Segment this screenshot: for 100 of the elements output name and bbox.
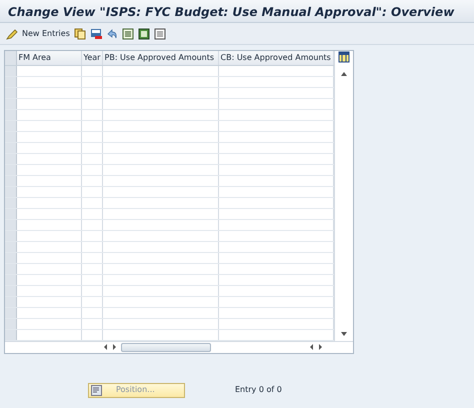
table-cell[interactable] (16, 65, 81, 76)
table-cell[interactable] (16, 208, 81, 219)
table-cell[interactable] (81, 186, 102, 197)
table-cell[interactable] (218, 296, 333, 307)
row-selector[interactable] (5, 98, 16, 109)
table-cell[interactable] (102, 296, 218, 307)
table-cell[interactable] (16, 109, 81, 120)
row-selector[interactable] (5, 274, 16, 285)
table-cell[interactable] (102, 252, 218, 263)
table-cell[interactable] (81, 153, 102, 164)
table-cell[interactable] (81, 318, 102, 329)
table-cell[interactable] (218, 230, 333, 241)
table-cell[interactable] (218, 208, 333, 219)
table-cell[interactable] (102, 241, 218, 252)
scrollbar-thumb[interactable] (121, 342, 211, 352)
table-cell[interactable] (16, 285, 81, 296)
table-cell[interactable] (102, 164, 218, 175)
table-cell[interactable] (16, 197, 81, 208)
table-cell[interactable] (81, 142, 102, 153)
table-cell[interactable] (16, 186, 81, 197)
row-selector[interactable] (5, 208, 16, 219)
table-cell[interactable] (102, 109, 218, 120)
table-cell[interactable] (218, 175, 333, 186)
table-cell[interactable] (218, 263, 333, 274)
table-cell[interactable] (102, 307, 218, 318)
table-cell[interactable] (102, 142, 218, 153)
table-cell[interactable] (218, 87, 333, 98)
table-cell[interactable] (218, 164, 333, 175)
column-header[interactable]: CB: Use Approved Amounts (218, 51, 333, 65)
table-cell[interactable] (218, 307, 333, 318)
table-cell[interactable] (102, 208, 218, 219)
table-cell[interactable] (81, 274, 102, 285)
table-cell[interactable] (102, 230, 218, 241)
table-cell[interactable] (81, 296, 102, 307)
table-cell[interactable] (16, 98, 81, 109)
table-cell[interactable] (102, 285, 218, 296)
table-cell[interactable] (102, 153, 218, 164)
table-cell[interactable] (16, 329, 81, 340)
table-cell[interactable] (16, 76, 81, 87)
table-cell[interactable] (218, 120, 333, 131)
table-cell[interactable] (218, 318, 333, 329)
row-selector[interactable] (5, 153, 16, 164)
table-cell[interactable] (81, 230, 102, 241)
copy-button[interactable] (74, 28, 86, 40)
scroll-left-right-icon[interactable] (309, 343, 323, 351)
table-cell[interactable] (102, 87, 218, 98)
table-cell[interactable] (16, 120, 81, 131)
scroll-down-icon[interactable] (340, 330, 348, 336)
table-cell[interactable] (218, 219, 333, 230)
table-cell[interactable] (81, 98, 102, 109)
table-cell[interactable] (218, 109, 333, 120)
select-all-button[interactable] (122, 28, 134, 40)
table-cell[interactable] (16, 307, 81, 318)
undo-button[interactable] (106, 28, 118, 40)
table-cell[interactable] (81, 65, 102, 76)
row-selector[interactable] (5, 197, 16, 208)
column-settings-icon[interactable] (338, 51, 350, 63)
row-selector[interactable] (5, 230, 16, 241)
table-cell[interactable] (16, 87, 81, 98)
table-cell[interactable] (218, 186, 333, 197)
table-cell[interactable] (81, 241, 102, 252)
table-cell[interactable] (81, 120, 102, 131)
table-cell[interactable] (16, 219, 81, 230)
table-cell[interactable] (81, 285, 102, 296)
row-selector[interactable] (5, 164, 16, 175)
row-selector[interactable] (5, 120, 16, 131)
table-cell[interactable] (81, 175, 102, 186)
column-header[interactable]: PB: Use Approved Amounts (102, 51, 218, 65)
table-cell[interactable] (218, 252, 333, 263)
row-selector[interactable] (5, 241, 16, 252)
table-cell[interactable] (16, 142, 81, 153)
table-cell[interactable] (81, 307, 102, 318)
table-cell[interactable] (218, 153, 333, 164)
table-cell[interactable] (218, 65, 333, 76)
table-cell[interactable] (102, 197, 218, 208)
scroll-left-right-icon[interactable] (103, 343, 117, 351)
row-selector[interactable] (5, 142, 16, 153)
table-cell[interactable] (102, 274, 218, 285)
column-header[interactable]: FM Area (16, 51, 81, 65)
table-cell[interactable] (102, 120, 218, 131)
table-cell[interactable] (81, 197, 102, 208)
column-header[interactable]: Year (81, 51, 102, 65)
deselect-all-button[interactable] (154, 28, 166, 40)
table-cell[interactable] (16, 318, 81, 329)
select-all-cell[interactable] (5, 51, 16, 65)
row-selector[interactable] (5, 109, 16, 120)
table-cell[interactable] (81, 252, 102, 263)
table-cell[interactable] (218, 274, 333, 285)
table-cell[interactable] (16, 252, 81, 263)
row-selector[interactable] (5, 252, 16, 263)
table-cell[interactable] (218, 285, 333, 296)
row-selector[interactable] (5, 76, 16, 87)
table-cell[interactable] (218, 131, 333, 142)
table-cell[interactable] (218, 142, 333, 153)
table-cell[interactable] (102, 65, 218, 76)
table-cell[interactable] (102, 131, 218, 142)
table-cell[interactable] (81, 164, 102, 175)
row-selector[interactable] (5, 285, 16, 296)
table-cell[interactable] (16, 296, 81, 307)
table-cell[interactable] (16, 131, 81, 142)
